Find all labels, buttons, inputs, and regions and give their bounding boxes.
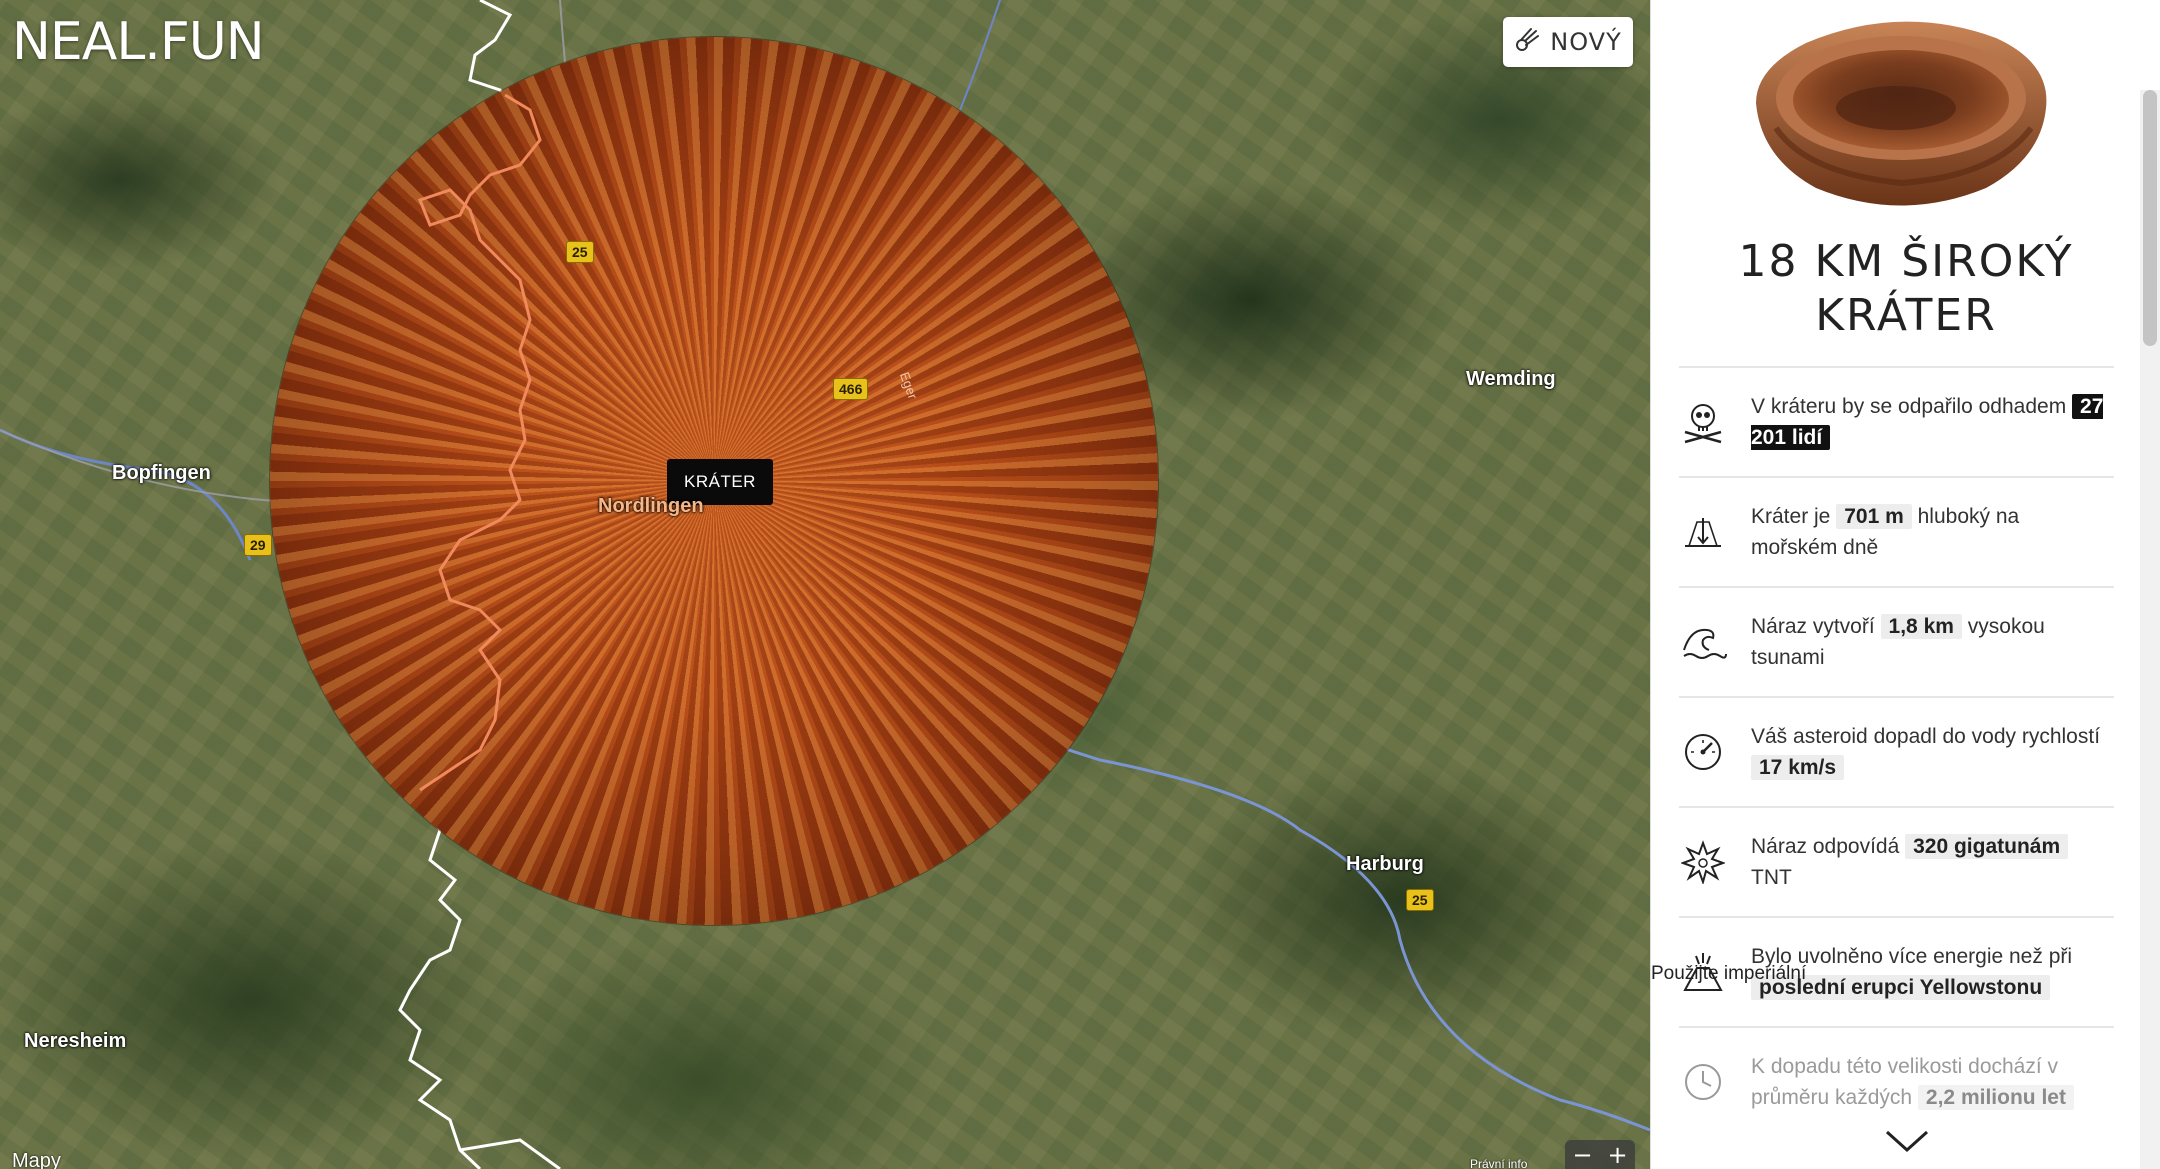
fact-row-tsunami: Náraz vytvoří 1,8 km vysokou tsunami [1679, 586, 2114, 696]
maps-credit: Mapy [12, 1150, 61, 1169]
speedometer-icon [1679, 730, 1751, 774]
panel-scrollbar[interactable] [2140, 90, 2160, 1169]
fact-text: Váš asteroid dopadl do vody rychlostí 17… [1751, 721, 2114, 783]
fact-prefix: Náraz vytvoří [1751, 615, 1875, 638]
site-logo[interactable]: NEAL.FUN [12, 12, 265, 72]
fact-row-depth: Kráter je 701 m hluboký na mořském dně [1679, 476, 2114, 586]
city-label: Harburg [1346, 853, 1424, 875]
fact-value: 1,8 km [1880, 614, 1962, 639]
chevron-down-icon[interactable] [1884, 1128, 1930, 1158]
fact-row-frequency: K dopadu této velikosti dochází v průměr… [1679, 1026, 2114, 1136]
fact-prefix: Náraz odpovídá [1751, 835, 1900, 858]
fact-value: 17 km/s [1751, 755, 1845, 780]
road-badge: 25 [566, 241, 594, 263]
facts-list: V kráteru by se odpařilo odhadem 27 201 … [1679, 366, 2114, 1136]
state-border-overlay [418, 93, 542, 792]
fact-value: 701 m [1836, 504, 1912, 529]
fact-prefix: Váš asteroid dopadl do vody rychlostí [1751, 725, 2101, 748]
fact-value: 320 gigatunám [1905, 834, 2069, 859]
comet-icon [1514, 27, 1540, 57]
info-panel: 18 KM ŠIROKÝ KRÁTER V kráteru by se odpa… [1650, 0, 2160, 1169]
city-label: Wemding [1466, 368, 1556, 390]
road-badge: 466 [833, 378, 869, 400]
fact-row-speed: Váš asteroid dopadl do vody rychlostí 17… [1679, 696, 2114, 806]
skull-icon [1679, 400, 1751, 444]
title-line-1: 18 KM ŠIROKÝ [1738, 236, 2074, 287]
zoom-out-button[interactable]: − [1572, 1141, 1592, 1169]
title-line-2: KRÁTER [1815, 290, 1997, 341]
scrollbar-thumb[interactable] [2143, 90, 2157, 346]
clock-icon [1679, 1060, 1751, 1104]
new-button-label: NOVÝ [1550, 28, 1622, 56]
legal-link[interactable]: Právní info [1470, 1157, 1527, 1169]
fact-text: Náraz vytvoří 1,8 km vysokou tsunami [1751, 611, 2114, 673]
road-badge: 25 [1406, 889, 1434, 911]
fact-prefix: V kráteru by se odpařilo odhadem [1751, 395, 2067, 418]
zoom-control: − + [1565, 1140, 1635, 1169]
fact-row-casualties: V kráteru by se odpařilo odhadem 27 201 … [1679, 366, 2114, 476]
fact-text: Náraz odpovídá 320 gigatunám TNT [1751, 831, 2114, 893]
fact-suffix: TNT [1751, 866, 1792, 889]
zoom-in-button[interactable]: + [1607, 1141, 1627, 1169]
fact-value: 2,2 milionu let [1917, 1085, 2074, 1110]
fact-prefix: Kráter je [1751, 505, 1831, 528]
imperial-units-toggle[interactable]: Použijte imperiální [1651, 963, 1806, 985]
new-asteroid-button[interactable]: NOVÝ [1503, 17, 1633, 67]
city-label: Bopfingen [112, 462, 211, 484]
wave-icon [1679, 620, 1751, 664]
panel-title: 18 KM ŠIROKÝ KRÁTER [1651, 235, 2160, 343]
fact-row-energy: Náraz odpovídá 320 gigatunám TNT [1679, 806, 2114, 916]
crater-illustration [1756, 21, 2047, 206]
maps-credit-text: Mapy [12, 1150, 61, 1169]
road-badge: 29 [244, 534, 272, 556]
depth-icon [1679, 510, 1751, 554]
fact-text: V kráteru by se odpařilo odhadem 27 201 … [1751, 391, 2114, 453]
explosion-icon [1679, 840, 1751, 884]
map-view[interactable]: KRÁTER Bopfingen Nordlingen Wemding Harb… [0, 0, 1650, 1169]
fact-text: Kráter je 701 m hluboký na mořském dně [1751, 501, 2114, 563]
city-label: Nordlingen [598, 495, 704, 517]
city-label: Neresheim [24, 1030, 127, 1052]
fact-text: K dopadu této velikosti dochází v průměr… [1751, 1051, 2114, 1113]
